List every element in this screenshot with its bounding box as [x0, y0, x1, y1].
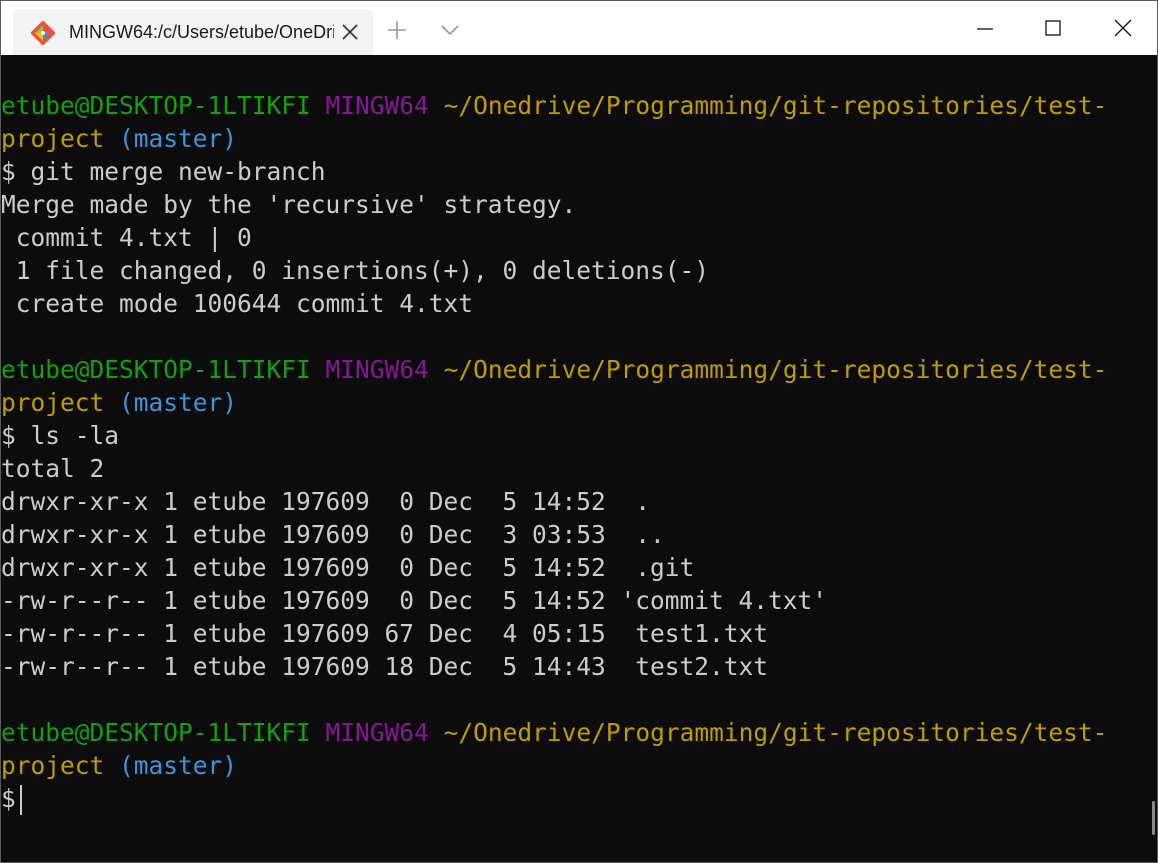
maximize-button[interactable]	[1019, 1, 1087, 55]
terminal-output[interactable]: etube@DESKTOP-1LTIKFI MINGW64 ~/Onedrive…	[1, 55, 1157, 862]
minimize-icon	[977, 28, 993, 30]
prompt-line-continued: project (master)	[1, 122, 1157, 155]
prompt-path: ~/Onedrive/Programming/git-repositories/…	[443, 91, 1108, 120]
output-line: Merge made by the 'recursive' strategy.	[1, 190, 577, 219]
input-line[interactable]: $	[1, 782, 1157, 815]
prompt-line: etube@DESKTOP-1LTIKFI MINGW64 ~/Onedrive…	[1, 716, 1157, 749]
output-line: drwxr-xr-x 1 etube 197609 0 Dec 5 14:52 …	[1, 487, 651, 516]
output-line: total 2	[1, 454, 105, 483]
close-icon[interactable]	[339, 21, 361, 43]
prompt-line: etube@DESKTOP-1LTIKFI MINGW64 ~/Onedrive…	[1, 89, 1157, 122]
command-line: $ git merge new-branch	[1, 157, 326, 186]
output-line: drwxr-xr-x 1 etube 197609 0 Dec 3 03:53 …	[1, 520, 665, 549]
output-line: -rw-r--r-- 1 etube 197609 0 Dec 5 14:52 …	[1, 586, 828, 615]
prompt-line-continued: project (master)	[1, 386, 1157, 419]
tab-title: MINGW64:/c/Users/etube/OneDrive/Programm…	[69, 22, 334, 42]
plus-icon[interactable]	[386, 19, 408, 41]
prompt-line-continued: project (master)	[1, 749, 1157, 782]
close-window-button[interactable]	[1089, 1, 1157, 55]
prompt-path: ~/Onedrive/Programming/git-repositories/…	[443, 718, 1108, 747]
output-line: -rw-r--r-- 1 etube 197609 18 Dec 5 14:43…	[1, 652, 769, 681]
prompt-line: etube@DESKTOP-1LTIKFI MINGW64 ~/Onedrive…	[1, 353, 1157, 386]
prompt-user-host: etube@DESKTOP-1LTIKFI	[1, 718, 311, 747]
prompt-msystem: MINGW64	[325, 91, 429, 120]
maximize-icon	[1045, 20, 1061, 36]
prompt-user-host: etube@DESKTOP-1LTIKFI	[1, 91, 311, 120]
prompt-path: ~/Onedrive/Programming/git-repositories/…	[443, 355, 1108, 384]
output-line: 1 file changed, 0 insertions(+), 0 delet…	[1, 256, 710, 285]
prompt-msystem: MINGW64	[325, 718, 429, 747]
minimize-button[interactable]	[951, 1, 1019, 55]
output-line: drwxr-xr-x 1 etube 197609 0 Dec 5 14:52 …	[1, 553, 695, 582]
prompt-symbol: $	[1, 784, 16, 813]
tab-mingw64[interactable]: MINGW64:/c/Users/etube/OneDrive/Programm…	[13, 9, 373, 55]
output-line: -rw-r--r-- 1 etube 197609 67 Dec 4 05:15…	[1, 619, 769, 648]
prompt-path-cont: project	[1, 124, 105, 153]
prompt-path-cont: project	[1, 751, 105, 780]
output-line: commit 4.txt | 0	[1, 223, 252, 252]
prompt-branch: (master)	[119, 388, 238, 417]
prompt-user-host: etube@DESKTOP-1LTIKFI	[1, 355, 311, 384]
terminal-window: MINGW64:/c/Users/etube/OneDrive/Programm…	[0, 0, 1158, 863]
prompt-branch: (master)	[119, 751, 238, 780]
prompt-path-cont: project	[1, 388, 105, 417]
chevron-down-icon[interactable]	[439, 21, 461, 39]
text-cursor	[19, 785, 22, 815]
prompt-msystem: MINGW64	[325, 355, 429, 384]
git-bash-icon	[30, 20, 56, 46]
command-line: $ ls -la	[1, 421, 120, 450]
close-icon	[1114, 19, 1132, 37]
title-bar: MINGW64:/c/Users/etube/OneDrive/Programm…	[1, 1, 1157, 55]
scrollbar-thumb[interactable]	[1152, 801, 1155, 835]
output-line: create mode 100644 commit 4.txt	[1, 289, 474, 318]
prompt-branch: (master)	[119, 124, 238, 153]
